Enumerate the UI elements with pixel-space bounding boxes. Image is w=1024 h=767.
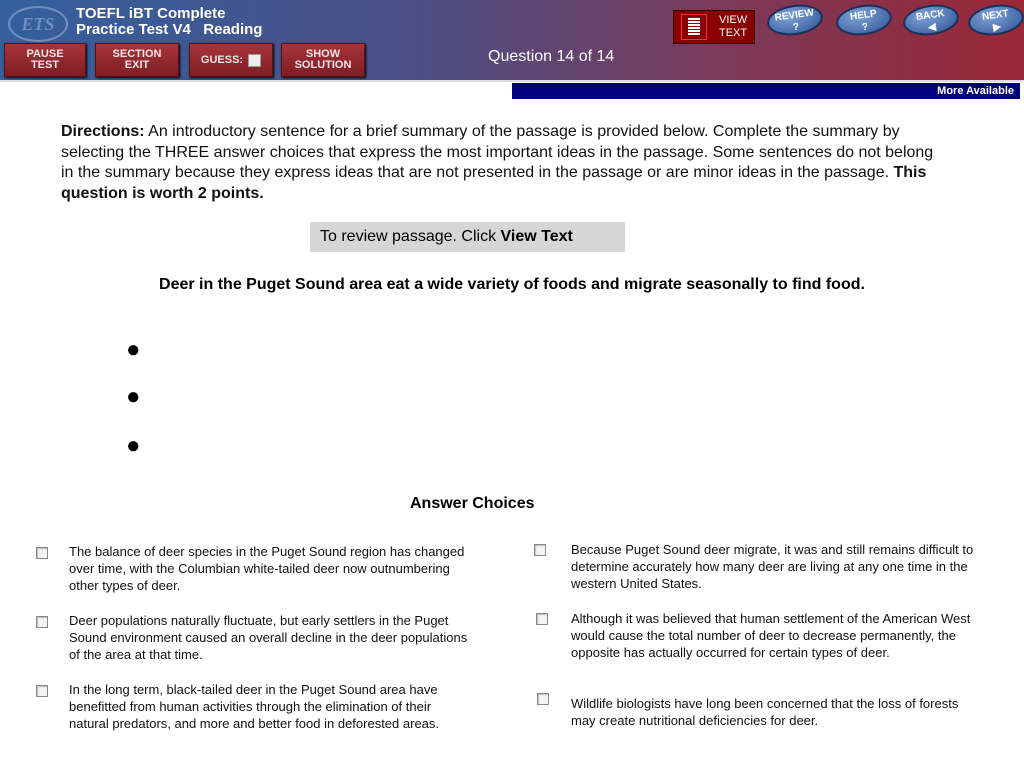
- divider: [0, 80, 1024, 82]
- summary-slot-2[interactable]: ●: [126, 385, 141, 409]
- answer-choice[interactable]: Deer populations naturally fluctuate, bu…: [69, 612, 474, 664]
- summary-slot-3[interactable]: ●: [126, 434, 141, 458]
- title-line-2: Practice Test V4 Reading: [76, 21, 263, 38]
- answer-choice[interactable]: In the long term, black-tailed deer in t…: [69, 681, 474, 733]
- choice-checkbox[interactable]: [534, 544, 546, 556]
- show-solution-button[interactable]: SHOW SOLUTION: [281, 43, 365, 77]
- answer-choice[interactable]: The balance of deer species in the Puget…: [69, 543, 469, 595]
- answer-choice[interactable]: Because Puget Sound deer migrate, it was…: [571, 541, 981, 593]
- back-label: BACK: [915, 8, 946, 24]
- answer-choices-heading: Answer Choices: [410, 495, 535, 512]
- title-line-1: TOEFL iBT Complete: [76, 5, 226, 22]
- review-passage-box: To review passage. Click View Text: [310, 222, 625, 252]
- more-available-bar: More Available: [512, 83, 1020, 99]
- help-button[interactable]: HELP?: [834, 1, 894, 39]
- directions: Directions: An introductory sentence for…: [61, 122, 946, 204]
- review-label: REVIEW: [774, 7, 815, 24]
- choice-checkbox[interactable]: [536, 613, 548, 625]
- view-text-link[interactable]: View Text: [501, 228, 573, 245]
- view-text-label: VIEW TEXT: [719, 14, 748, 39]
- document-icon: [681, 14, 707, 40]
- choice-checkbox[interactable]: [36, 547, 48, 559]
- choice-checkbox[interactable]: [537, 693, 549, 705]
- choice-checkbox[interactable]: [36, 616, 48, 628]
- section-exit-label: SECTION EXIT: [112, 48, 162, 71]
- view-text-button[interactable]: VIEW TEXT: [673, 10, 755, 44]
- help-label: HELP: [849, 8, 878, 23]
- next-label: NEXT: [981, 8, 1010, 23]
- question-counter: Question 14 of 14: [488, 48, 615, 65]
- pause-test-button[interactable]: PAUSE TEST: [4, 43, 86, 77]
- topic-sentence: Deer in the Puget Sound area eat a wide …: [159, 276, 865, 293]
- guess-button[interactable]: GUESS:: [189, 43, 273, 77]
- summary-slot-1[interactable]: ●: [126, 338, 141, 362]
- review-prompt-text: To review passage. Click: [320, 228, 501, 245]
- pause-label: PAUSE TEST: [26, 48, 64, 71]
- guess-label: GUESS:: [200, 53, 244, 66]
- ets-logo: ETS: [8, 6, 68, 42]
- guess-checkbox[interactable]: [248, 53, 262, 67]
- back-button[interactable]: BACK ◀: [901, 1, 961, 39]
- show-solution-label: SHOW SOLUTION: [294, 48, 352, 71]
- choice-checkbox[interactable]: [36, 685, 48, 697]
- toolbar: ETS TOEFL iBT Complete Practice Test V4 R…: [0, 0, 1024, 80]
- answer-choice[interactable]: Although it was believed that human sett…: [571, 610, 976, 662]
- next-button[interactable]: NEXT ▶: [966, 1, 1024, 39]
- answer-choice[interactable]: Wildlife biologists have long been conce…: [571, 695, 961, 729]
- directions-label: Directions:: [61, 123, 145, 140]
- review-button[interactable]: REVIEW?: [765, 1, 825, 39]
- directions-text: An introductory sentence for a brief sum…: [61, 123, 934, 181]
- test-title: TOEFL iBT Complete Practice Test V4 Readi…: [76, 6, 262, 38]
- section-exit-button[interactable]: SECTION EXIT: [95, 43, 179, 77]
